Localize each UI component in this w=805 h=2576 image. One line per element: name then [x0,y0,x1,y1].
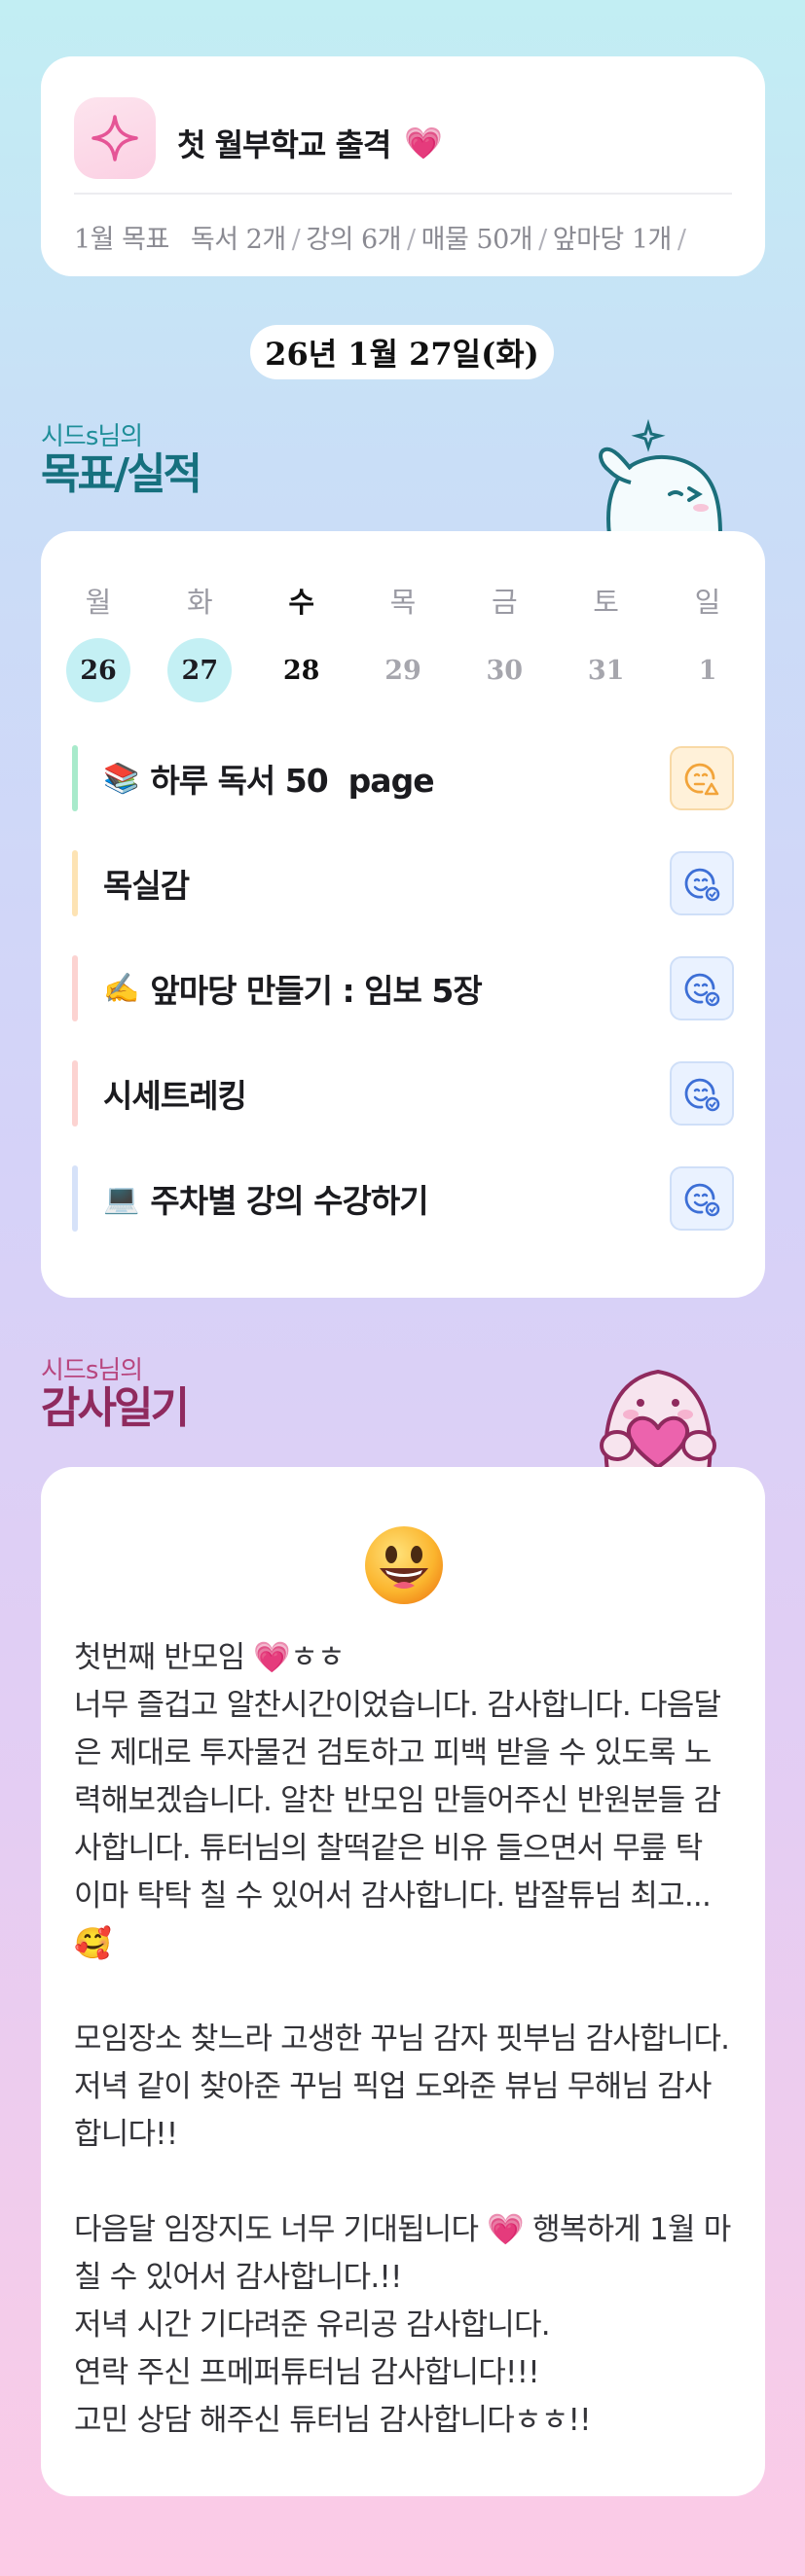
mascot-heart-icon [600,1369,716,1471]
current-date-pill[interactable]: 26년 1월 27일(화) [250,325,554,379]
thanks-paragraph: 연락 주신 프메퍼튜터님 감사합니다!!! [74,2355,540,2390]
goal-summary: 1월 목표 독서 2개 / 강의 6개 / 매물 50개 / 앞마당 1개 / [74,218,746,256]
date-number: 26 [66,638,130,702]
weekday-label: 월 [85,586,112,619]
weekday-label: 목 [389,586,417,619]
separator: / [677,225,686,255]
goal-title-row: 첫 월부학교 출격 💗 [177,121,443,165]
thanks-paragraph: 다음달 임장지도 너무 기대됩니다 💗 행복하게 1월 마칠 수 있어서 감사합… [74,2212,731,2295]
thanks-diary-text: 첫번째 반모임 💗ㅎㅎ 너무 즐겁고 알찬시간이었습니다. 감사합니다. 다음달은… [74,1634,736,2445]
face-check-icon[interactable] [670,956,734,1020]
goal-label: 주차별 강의 수강하기 [150,1182,428,1220]
thanks-section-heading: 시드s님의 감사일기 [41,1350,190,1433]
thanks-paragraph: 저녁 시간 기다려준 유리공 감사합니다. [74,2308,551,2343]
goal-label-row: ✍️ 앞마당 만들기 : 임보 5장 [103,965,670,1012]
date-number: 29 [384,655,421,686]
goals-section-subtitle: 시드s님의 [41,422,143,451]
goal-summary-item: 매물 50개 [421,225,533,255]
mascot-waving-icon [599,418,723,535]
goal-summary-item: 독서 2개 [190,225,286,255]
sparkle-icon [74,97,156,179]
grinning-face-icon [365,1526,443,1604]
thanks-section-title: 감사일기 [41,1383,190,1433]
goal-color-bar [72,850,78,916]
weekday-label: 일 [694,586,721,619]
goal-item[interactable]: 💻 주차별 강의 수강하기 [72,1163,734,1234]
goal-summary-item: 강의 6개 [306,225,402,255]
date-number: 28 [282,655,320,686]
goal-emoji: ✍️ [103,971,139,1006]
goal-emoji: 💻 [103,1181,139,1216]
goal-label-row: 시세트레킹 [103,1070,670,1117]
goal-summary-prefix: 1월 목표 [74,225,169,255]
date-number: 31 [587,655,625,686]
goal-label-row: 💻 주차별 강의 수강하기 [103,1175,670,1222]
goal-summary-item: 앞마당 1개 [552,225,673,255]
goals-section-heading: 시드s님의 목표/실적 [41,416,202,499]
face-check-icon[interactable] [670,1166,734,1231]
goal-label-row: 📚 하루 독서 50 page [103,755,670,802]
date-cell[interactable]: 30 [470,638,538,702]
date-cell[interactable]: 31 [572,638,640,702]
thanks-paragraph: 고민 상담 해주신 튜터님 감사합니다ㅎㅎ!! [74,2403,592,2438]
thanks-paragraph: 첫번째 반모임 💗ㅎㅎ [74,1640,345,1675]
weekday-label: 토 [593,586,619,619]
weekday-row: 월화수목금토일 [64,580,742,621]
goal-item[interactable]: ✍️ 앞마당 만들기 : 임보 5장 [72,953,734,1023]
date-cell[interactable]: 26 [64,638,132,702]
heart-emoji: 💗 [404,125,443,161]
goal-label: 시세트레킹 [103,1077,247,1115]
goal-item[interactable]: 목실감 [72,848,734,918]
date-cell[interactable]: 28 [268,638,336,702]
separator: / [291,225,301,255]
date-number: 27 [167,638,233,702]
goal-label: 하루 독서 50 page [150,762,434,800]
goal-color-bar [72,955,78,1021]
date-number: 1 [698,655,717,686]
weekday-label: 금 [491,586,518,619]
thanks-paragraph: 너무 즐겁고 알찬시간이었습니다. 감사합니다. 다음달은 제대로 투자물건 검… [74,1688,721,1961]
goal-emoji: 📚 [103,761,139,796]
weekday-label: 수 [288,586,314,619]
date-cell[interactable]: 27 [165,638,234,702]
goal-label-row: 목실감 [103,860,670,907]
goal-title: 첫 월부학교 출격 [177,126,391,163]
separator: / [407,225,416,255]
goal-label: 목실감 [103,867,190,905]
weekday-label: 화 [186,586,213,619]
face-check-icon[interactable] [670,1061,734,1126]
goal-item[interactable]: 시세트레킹 [72,1058,734,1128]
date-cell[interactable]: 29 [369,638,437,702]
thanks-paragraph [74,2159,736,2206]
date-cell[interactable]: 1 [674,638,742,702]
goal-item[interactable]: 📚 하루 독서 50 page [72,743,734,813]
goals-section-title: 목표/실적 [41,449,202,499]
goal-label: 앞마당 만들기 : 임보 5장 [150,972,482,1010]
separator: / [538,225,547,255]
goal-color-bar [72,745,78,811]
thanks-diary-card[interactable]: 첫번째 반모임 💗ㅎㅎ 너무 즐겁고 알찬시간이었습니다. 감사합니다. 다음달은… [41,1467,765,2496]
thanks-section-subtitle: 시드s님의 [41,1356,143,1385]
goal-color-bar [72,1060,78,1127]
face-warning-icon[interactable] [670,746,734,810]
thanks-paragraph [74,1968,736,2016]
weekly-goals-card: 월 화 수 목 금 토 일 26 27 28 29 30 31 1 📚 하루 독서 50 page 목실감 ✍… [41,531,765,1298]
monthly-goal-card[interactable]: 첫 월부학교 출격 💗 1월 목표 독서 2개 / 강의 6개 / 매물 50개 / 앞마당… [41,56,765,276]
thanks-paragraph: 모임장소 찾느라 고생한 꾸님 감자 핏부님 감사합니다. 저녁 같이 찾아준 … [74,2021,730,2152]
face-check-icon[interactable] [670,851,734,915]
date-number: 30 [486,655,524,686]
date-row: 26 27 28 29 30 31 1 [64,638,742,702]
divider [74,193,732,195]
goal-color-bar [72,1165,78,1232]
